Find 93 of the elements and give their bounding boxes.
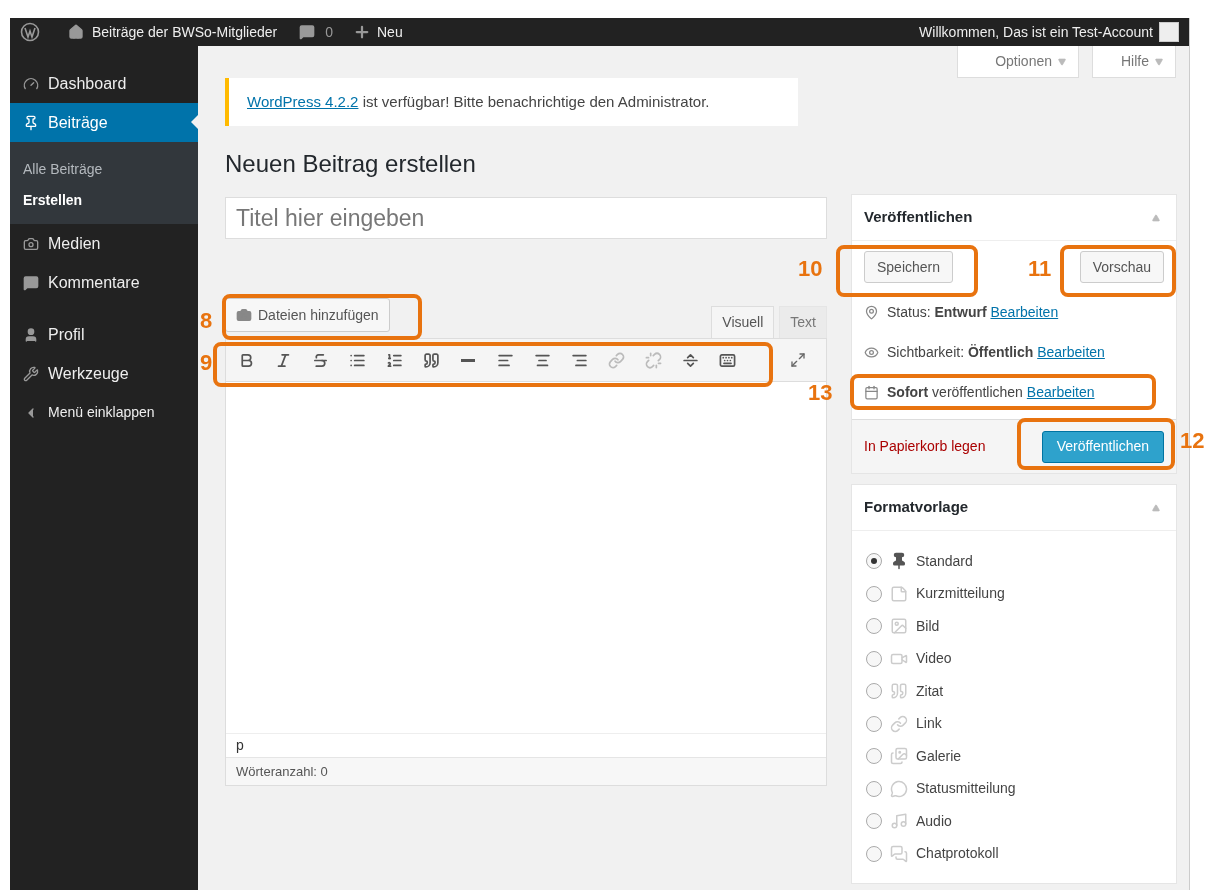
sidebar-item[interactable]: Menü einklappen	[10, 393, 198, 432]
edit-link[interactable]: Bearbeiten	[990, 303, 1059, 320]
numbered-list-icon	[385, 351, 403, 369]
read-more-icon	[681, 351, 699, 369]
edit-link[interactable]: Bearbeiten	[1026, 383, 1095, 400]
pin-icon	[23, 114, 39, 131]
quote-icon	[890, 682, 908, 701]
link-icon	[607, 351, 625, 369]
format-option[interactable]: Standard	[916, 550, 973, 572]
sidebar-item[interactable]: Beiträge	[10, 103, 198, 142]
editor-tab[interactable]: Text	[779, 306, 827, 338]
format-option[interactable]: Link	[916, 713, 942, 735]
format-option[interactable]: Kurzmitteilung	[916, 583, 1005, 605]
format-option[interactable]: Bild	[916, 615, 940, 637]
comment-icon[interactable]	[299, 24, 316, 40]
format-option[interactable]: Audio	[916, 810, 952, 832]
logo-icon[interactable]	[20, 22, 40, 42]
comment-count[interactable]: 0	[325, 21, 333, 43]
sidebar-item[interactable]: Dashboard	[10, 64, 198, 103]
screen-tab[interactable]: Optionen	[957, 46, 1079, 78]
format-option[interactable]: Chatprotokoll	[916, 843, 999, 865]
box-title: Veröffentlichen	[864, 207, 973, 228]
format-option[interactable]: Video	[916, 648, 952, 670]
sidebar-item[interactable]: Kommentare	[10, 263, 198, 302]
version-link[interactable]: WordPress 4.2.2	[247, 92, 359, 110]
plus-icon[interactable]	[353, 23, 371, 41]
add-media-button[interactable]: Dateien hinzufügen	[225, 298, 390, 332]
notice-text: WordPress 4.2.2 ist verfügbar! Bitte benachrichtige den Administrator.	[247, 91, 710, 112]
media-icon	[23, 235, 39, 252]
eye-icon	[864, 344, 879, 360]
unlink-icon	[644, 351, 662, 369]
note-icon	[890, 584, 908, 603]
radio-button[interactable]	[866, 585, 882, 602]
caret-icon	[1155, 57, 1163, 66]
greeting-link[interactable]: Willkommen, Das ist ein Test-Account	[919, 21, 1153, 43]
media-icon	[236, 307, 252, 323]
comment-icon	[23, 274, 39, 291]
sidebar-item[interactable]: Medien	[10, 224, 198, 263]
sidebar-item[interactable]: Profil	[10, 315, 198, 354]
preview-button[interactable]: Vorschau	[1079, 251, 1164, 283]
speech-bubble-icon	[890, 779, 908, 798]
callout-number: 8	[200, 308, 213, 334]
radio-button[interactable]	[866, 845, 882, 862]
gallery-icon	[890, 747, 908, 766]
submenu-item[interactable]: Alle Beiträge	[10, 154, 198, 185]
callout-number: 10	[798, 256, 823, 282]
quote-icon	[422, 351, 440, 369]
new-link[interactable]: Neu	[377, 21, 403, 43]
box-title: Formatvorlage	[864, 497, 969, 518]
dashboard-gauge-icon	[23, 75, 39, 92]
image-icon	[890, 617, 908, 636]
format-option[interactable]: Galerie	[916, 745, 962, 767]
edit-link[interactable]: Bearbeiten	[1037, 343, 1105, 360]
publish-setting: Sofort veröffentlichen Bearbeiten	[887, 382, 1095, 402]
callout-number: 9	[200, 350, 213, 376]
publish-setting: Sichtbarkeit: Öffentlich Bearbeiten	[887, 342, 1105, 362]
callout-number: 13	[808, 380, 833, 406]
site-name-link[interactable]: Beiträge der BWSo-Mitglieder	[92, 21, 278, 43]
editor-tab[interactable]: Visuell	[711, 306, 775, 338]
music-icon	[890, 812, 908, 831]
screen-tab[interactable]: Hilfe	[1092, 46, 1176, 78]
radio-button[interactable]	[866, 553, 882, 570]
format-option[interactable]: Zitat	[916, 680, 944, 702]
page-title: Neuen Beitrag erstellen	[225, 149, 477, 179]
radio-button[interactable]	[866, 780, 882, 797]
trash-link[interactable]: In Papierkorb legen	[864, 436, 986, 457]
wrench-icon	[23, 365, 39, 382]
radio-button[interactable]	[866, 683, 882, 700]
strikethrough-icon	[311, 351, 329, 369]
callout-number: 12	[1180, 428, 1205, 454]
radio-button[interactable]	[866, 748, 882, 765]
pin-icon	[864, 304, 879, 320]
calendar-icon	[864, 384, 879, 400]
fullscreen-icon	[790, 352, 806, 368]
radio-button[interactable]	[866, 618, 882, 635]
toolbar-toggle-icon	[718, 351, 736, 369]
submenu-item[interactable]: Erstellen	[10, 185, 198, 216]
pin-icon	[890, 552, 908, 571]
publish-setting: Status: Entwurf Bearbeiten	[887, 302, 1059, 322]
word-count: Wörteranzahl: 0	[226, 757, 826, 785]
caret-icon	[1058, 57, 1066, 66]
radio-button[interactable]	[866, 813, 882, 830]
user-icon	[23, 326, 39, 343]
title-field[interactable]: Titel hier eingeben	[225, 197, 827, 239]
sidebar-item[interactable]: Werkzeuge	[10, 354, 198, 393]
callout-number: 11	[1028, 256, 1052, 282]
home-icon[interactable]	[68, 24, 84, 40]
chat-icon	[890, 844, 908, 863]
link-icon	[890, 714, 908, 733]
radio-button[interactable]	[866, 715, 882, 732]
radio-button[interactable]	[866, 650, 882, 667]
format-option[interactable]: Statusmitteilung	[916, 778, 1016, 800]
save-draft-button[interactable]: Speichern	[864, 251, 954, 283]
